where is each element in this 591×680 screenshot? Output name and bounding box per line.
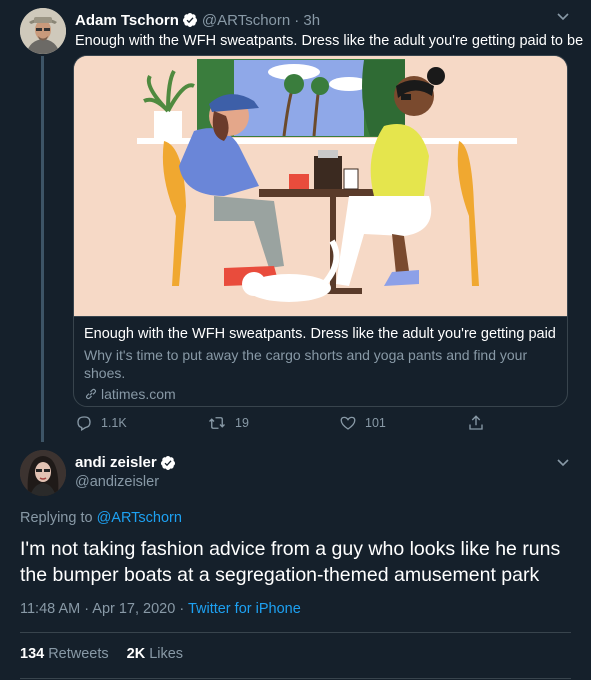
replying-prefix: Replying to [20, 510, 93, 526]
reply-count: 1.1K [101, 416, 127, 430]
link-icon [85, 388, 97, 400]
reply-text: I'm not taking fashion advice from a guy… [20, 538, 561, 586]
reply-meta: 11:48 AM · Apr 17, 2020 · Twitter for iP… [20, 601, 301, 617]
reply-author-name[interactable]: andi zeisler [75, 454, 157, 471]
author-name[interactable]: Adam Tschorn [75, 12, 179, 29]
card-description: Why it's time to put away the cargo shor… [84, 347, 528, 381]
retweet-count: 19 [235, 416, 249, 430]
retweet-stat-count: 134 [20, 646, 45, 662]
card-body: Enough with the WFH sweatpants. Dress li… [74, 316, 567, 406]
like-count: 101 [365, 416, 386, 430]
tweet-text: Enough with the WFH sweatpants. Dress li… [75, 33, 584, 49]
divider [20, 678, 571, 679]
reply-header: andi zeisler [75, 454, 180, 471]
tweet-time[interactable]: · 3h [294, 12, 320, 29]
like-stat-label: Likes [149, 646, 184, 662]
reply-button[interactable]: 1.1K [75, 414, 127, 432]
retweet-stat-label: Retweets [48, 646, 109, 662]
avatar-adam[interactable] [20, 8, 66, 54]
reply-stats: 134 Retweets 2K Likes [20, 646, 183, 662]
tweet-actions: 1.1K 19 101 [75, 414, 495, 436]
thread-line [41, 56, 44, 442]
verified-icon [160, 455, 176, 471]
retweet-button[interactable]: 19 [207, 414, 249, 432]
like-stat-count: 2K [126, 646, 146, 662]
reply-timestamp[interactable]: 11:48 AM · Apr 17, 2020 · [20, 601, 188, 617]
chevron-down-icon[interactable] [555, 8, 571, 24]
chevron-down-icon[interactable] [555, 454, 571, 470]
retweet-icon [209, 417, 225, 429]
likes-stat[interactable]: 2K Likes [127, 646, 183, 662]
like-icon [340, 416, 356, 430]
card-domain: latimes.com [84, 385, 559, 403]
like-button[interactable]: 101 [339, 414, 386, 432]
reply-author-handle[interactable]: @andizeisler [75, 474, 159, 490]
tweet-original[interactable]: Adam Tschorn @ARTschorn · 3h Enough with… [0, 0, 591, 442]
share-button[interactable] [467, 414, 493, 432]
card-title: Enough with the WFH sweatpants. Dress li… [84, 326, 559, 342]
replying-to: Replying to @ARTschorn [20, 510, 182, 526]
link-card[interactable]: Enough with the WFH sweatpants. Dress li… [73, 55, 568, 407]
replying-to-link[interactable]: @ARTschorn [97, 510, 182, 526]
author-handle[interactable]: @ARTschorn [202, 12, 290, 29]
share-icon [469, 415, 483, 430]
verified-icon [182, 12, 198, 28]
reply-icon [77, 416, 91, 431]
avatar-andi[interactable] [20, 450, 66, 496]
reply-source-link[interactable]: Twitter for iPhone [188, 601, 301, 617]
card-illustration [74, 56, 567, 316]
tweet-header: Adam Tschorn @ARTschorn · 3h [75, 10, 320, 30]
card-domain-text: latimes.com [101, 386, 176, 402]
divider [20, 632, 571, 633]
retweets-stat[interactable]: 134 Retweets [20, 646, 109, 662]
